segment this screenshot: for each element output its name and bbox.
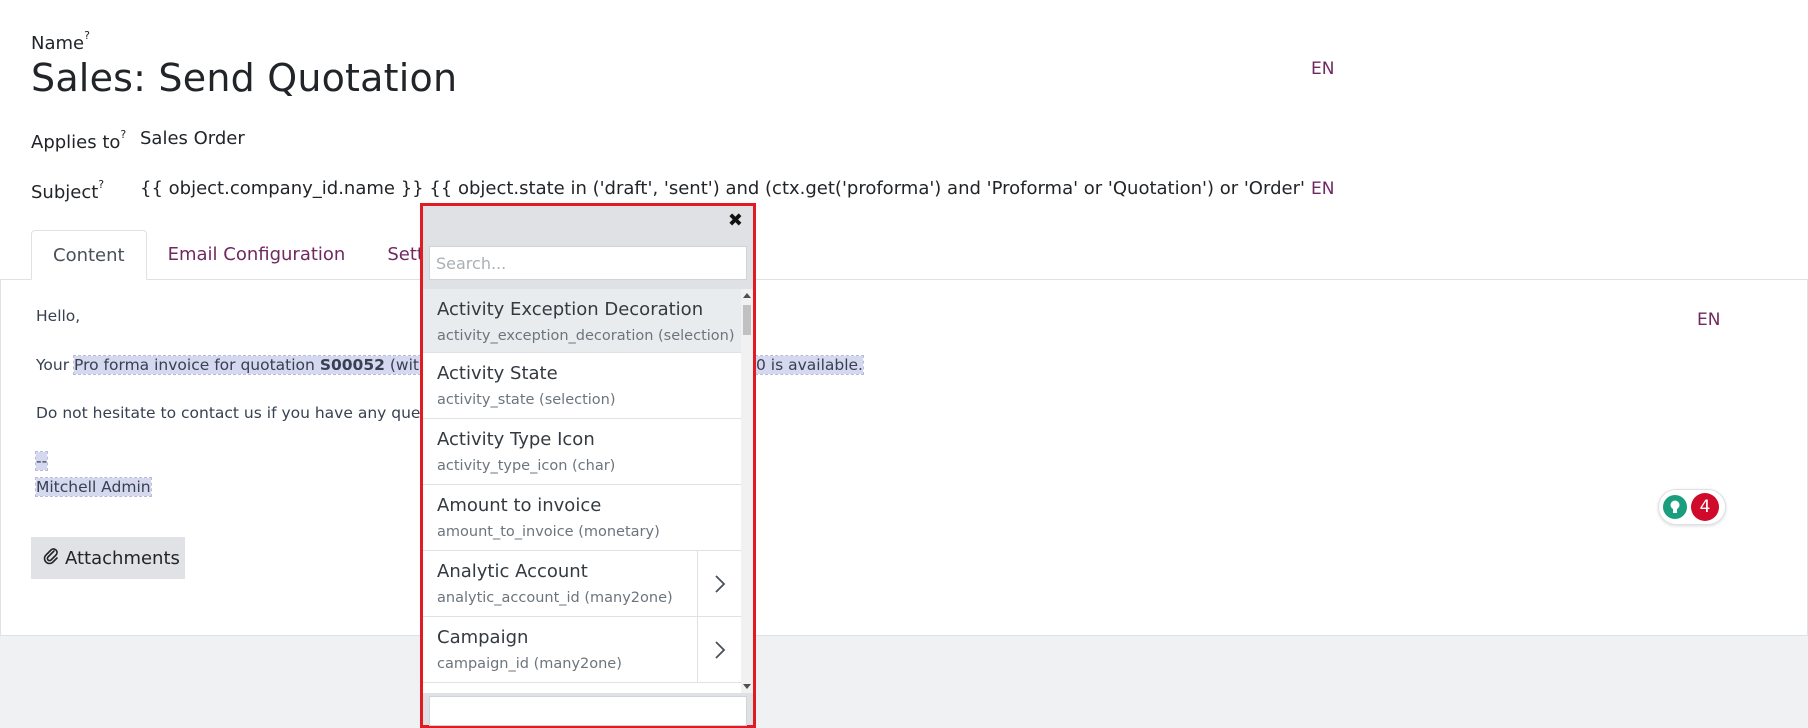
assistant-badge[interactable]: 4 <box>1658 489 1726 525</box>
field-list: Activity Exception Decoration activity_e… <box>423 289 741 693</box>
body-lang-button[interactable]: EN <box>1697 310 1720 330</box>
body-line-invoice[interactable]: Your Pro forma invoice for quotation S00… <box>36 355 456 375</box>
content-panel <box>0 279 1808 636</box>
field-list-scrollbar[interactable] <box>741 289 753 693</box>
field-item-campaign[interactable]: Campaign campaign_id (many2one) <box>423 617 741 683</box>
lightbulb-icon <box>1663 495 1687 519</box>
field-item-activity-exception-decoration[interactable]: Activity Exception Decoration activity_e… <box>423 289 741 353</box>
tab-content[interactable]: Content <box>31 230 147 280</box>
scroll-thumb[interactable] <box>743 305 751 335</box>
name-label: Name? <box>31 29 90 54</box>
body-hello[interactable]: Hello, <box>36 307 80 325</box>
applies-to-field[interactable]: Sales Order <box>140 128 245 149</box>
scroll-down-icon[interactable] <box>743 684 751 689</box>
signature-dash[interactable]: -- <box>34 451 49 471</box>
close-icon[interactable]: ✖ <box>728 210 743 231</box>
default-value-input[interactable] <box>429 696 747 726</box>
subject-lang-button[interactable]: EN <box>1311 179 1334 199</box>
help-mark[interactable]: ? <box>84 29 90 42</box>
body-line-contact[interactable]: Do not hesitate to contact us if you hav… <box>36 404 458 422</box>
body-line-invoice-end[interactable]: 0 is available. <box>755 355 864 375</box>
field-item-activity-type-icon[interactable]: Activity Type Icon activity_type_icon (c… <box>423 419 741 485</box>
attachments-button[interactable]: Attachments <box>31 537 185 579</box>
subject-field[interactable]: {{ object.company_id.name }} {{ object.s… <box>140 178 1309 199</box>
attachments-label: Attachments <box>65 547 180 569</box>
chevron-right-icon[interactable] <box>697 551 741 616</box>
paperclip-icon <box>43 547 59 570</box>
help-mark[interactable]: ? <box>98 178 104 191</box>
tab-email-configuration[interactable]: Email Configuration <box>147 230 367 280</box>
scroll-up-icon[interactable] <box>743 293 751 298</box>
field-selector-popover: ✖ Activity Exception Decoration activity… <box>420 203 756 728</box>
name-field[interactable]: Sales: Send Quotation <box>31 56 457 100</box>
notebook-tabs: Content Email Configuration Settings <box>31 230 482 280</box>
field-item-amount-to-invoice[interactable]: Amount to invoice amount_to_invoice (mon… <box>423 485 741 551</box>
signature-name[interactable]: Mitchell Admin <box>35 477 152 497</box>
highlighted-placeholder: Pro forma invoice for quotation S00052 (… <box>73 355 456 375</box>
field-item-activity-state[interactable]: Activity State activity_state (selection… <box>423 353 741 419</box>
notification-count: 4 <box>1691 493 1719 521</box>
help-mark[interactable]: ? <box>120 128 126 141</box>
field-item-analytic-account[interactable]: Analytic Account analytic_account_id (ma… <box>423 551 741 617</box>
subject-label: Subject? <box>31 178 105 203</box>
chevron-right-icon[interactable] <box>697 617 741 682</box>
form-sheet: Name? Sales: Send Quotation EN Applies t… <box>0 0 1808 636</box>
field-search-input[interactable] <box>429 246 747 280</box>
name-lang-button[interactable]: EN <box>1311 59 1334 79</box>
applies-to-label: Applies to? <box>31 128 127 153</box>
